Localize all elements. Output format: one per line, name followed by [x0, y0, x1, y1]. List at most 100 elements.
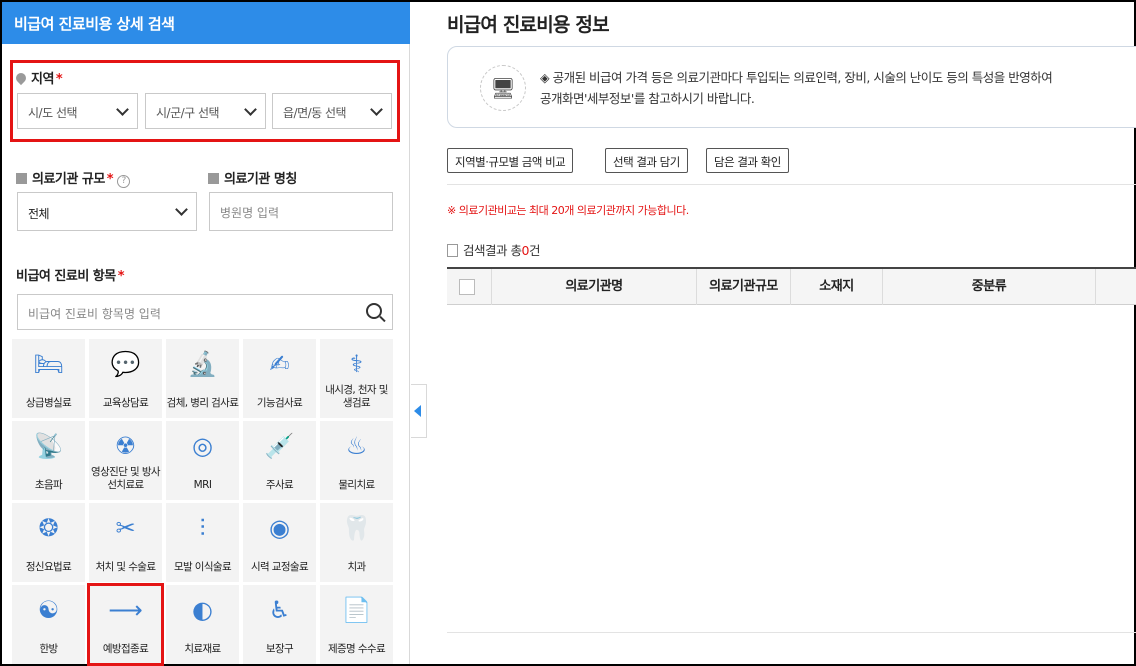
eupmyeondong-select[interactable]: 읍/면/동 선택 — [272, 93, 392, 129]
document-icon — [447, 244, 458, 257]
panel-collapse-handle[interactable] — [411, 384, 427, 438]
category-label: 초음파 — [34, 479, 63, 491]
category-label: 검체, 병리 검사료 — [166, 397, 239, 409]
category-label: 물리치료 — [338, 479, 375, 491]
sigungu-select[interactable]: 시/군/구 선택 — [145, 93, 266, 129]
category-tile[interactable]: ⟶ 예방접종료 — [87, 583, 164, 666]
category-label: 시력 교정술료 — [250, 561, 309, 573]
chevron-down-icon — [370, 103, 383, 116]
category-tile[interactable]: ❂ 정신요법료 — [12, 503, 85, 582]
category-tile[interactable]: 📡 초음파 — [12, 421, 85, 500]
chevron-down-icon — [175, 203, 188, 216]
category-label: 정신요법료 — [25, 561, 72, 573]
category-tile[interactable]: ⫶ 모발 이식술료 — [166, 503, 239, 582]
help-icon[interactable]: ? — [117, 175, 131, 188]
category-tile[interactable]: 💬 교육상담료 — [89, 339, 162, 418]
category-label: 예방접종료 — [102, 643, 149, 655]
category-tile[interactable]: ◉ 시력 교정술료 — [243, 503, 316, 582]
comparison-notice: ※ 의료기관비교는 최대 20개 의료기관까지 가능합니다. — [447, 204, 689, 217]
category-label: MRI — [193, 479, 212, 491]
category-tile[interactable]: 🦷 치과 — [320, 503, 393, 582]
monitor-icon: 🖥 — [480, 65, 526, 111]
result-count: 검색결과 총0건 — [447, 240, 540, 259]
search-icon[interactable] — [366, 303, 382, 319]
info-text: ◈ 공개된 비급여 가격 등은 의료기관마다 투입되는 의료인력, 장비, 시술… — [540, 70, 1053, 106]
location-pin-icon — [13, 70, 29, 86]
results-table-header: 의료기관명 의료기관규모 소재지 중분류 — [447, 267, 1136, 305]
hospital-bed-icon: 🛏 — [33, 350, 64, 378]
category-label: 영상진단 및 방사선치료료 — [91, 466, 161, 491]
category-label: 기능검사료 — [256, 397, 303, 409]
radiology-icon: ☢ — [114, 432, 137, 460]
vaccination-icon: ⟶ — [108, 596, 143, 624]
chevron-down-icon — [116, 103, 129, 116]
category-tile[interactable]: ☯ 한방 — [12, 585, 85, 664]
category-tile[interactable]: ✂ 처치 및 수술료 — [89, 503, 162, 582]
specimen-test-icon: 🔬 — [187, 350, 218, 378]
category-label: 상급병실료 — [25, 397, 72, 409]
item-search-input[interactable]: 비급여 진료비 항목명 입력 — [17, 294, 393, 330]
surgery-icon: ✂ — [115, 514, 136, 542]
category-tile[interactable]: 📄 제증명 수수료 — [320, 585, 393, 664]
category-tile[interactable]: 🔬 검체, 병리 검사료 — [166, 339, 239, 418]
hospital-icon — [208, 173, 219, 184]
category-tile[interactable]: 💉 주사료 — [243, 421, 316, 500]
function-test-icon: ✍ — [269, 350, 290, 378]
category-label: 주사료 — [265, 479, 294, 491]
page-title: 비급여 진료비용 정보 — [447, 14, 610, 36]
wheelchair-icon: ♿ — [268, 596, 291, 624]
category-label: 한방 — [39, 643, 58, 655]
scale-select[interactable]: 전체 — [17, 192, 197, 231]
syringe-icon: 💉 — [264, 432, 295, 460]
save-selection-button[interactable]: 선택 결과 담기 — [605, 148, 688, 173]
select-all-column — [447, 269, 492, 305]
category-tile[interactable]: ◐ 치료재료 — [166, 585, 239, 664]
category-tile[interactable]: ✍ 기능검사료 — [243, 339, 316, 418]
info-notice-box: 🖥 ◈ 공개된 비급여 가격 등은 의료기관마다 투입되는 의료인력, 장비, … — [447, 46, 1136, 128]
table-bottom-line — [447, 632, 1136, 633]
endoscope-icon: ⚕ — [350, 350, 363, 378]
category-tile[interactable]: ◎ MRI — [166, 421, 239, 500]
category-label: 치료재료 — [184, 643, 221, 655]
search-panel-header: 비급여 진료비용 상세 검색 — [2, 2, 410, 44]
column-scale[interactable]: 의료기관규모 — [697, 269, 791, 305]
category-label: 처치 및 수술료 — [95, 561, 156, 573]
category-tile[interactable]: ☢ 영상진단 및 방사선치료료 — [89, 421, 162, 500]
name-label: 의료기관 명칭 — [208, 168, 297, 187]
select-all-checkbox[interactable] — [459, 279, 475, 295]
category-label: 모발 이식술료 — [173, 561, 232, 573]
category-tile[interactable]: 🛏 상급병실료 — [12, 339, 85, 418]
psychotherapy-icon: ❂ — [38, 514, 59, 542]
category-label: 내시경, 천자 및 생검료 — [325, 384, 388, 409]
view-saved-button[interactable]: 담은 결과 확인 — [706, 148, 789, 173]
category-grid: 🛏 상급병실료 💬 교육상담료 🔬 검체, 병리 검사료 ✍ 기능검사료 ⚕ 내시경, 천자 및 … — [12, 339, 394, 666]
ultrasound-icon: 📡 — [33, 432, 64, 460]
treatment-material-icon: ◐ — [192, 596, 213, 624]
search-panel: 비급여 진료비용 상세 검색 지역 * 시/도 선택 시/군/구 선택 읍/면/동… — [2, 2, 410, 666]
column-category[interactable]: 중분류 — [883, 269, 1096, 305]
category-label: 보장구 — [265, 643, 294, 655]
compare-button[interactable]: 지역별·규모별 금액 비교 — [447, 148, 574, 173]
column-location[interactable]: 소재지 — [791, 269, 883, 305]
building-icon — [16, 173, 27, 184]
hair-transplant-icon: ⫶ — [199, 514, 206, 542]
chevron-down-icon — [244, 103, 257, 116]
category-label: 제증명 수수료 — [327, 643, 386, 655]
certificate-icon: 📄 — [341, 596, 372, 624]
category-label: 교육상담료 — [102, 397, 149, 409]
category-tile[interactable]: ♨ 물리치료 — [320, 421, 393, 500]
hospital-name-input[interactable]: 병원명 입력 — [209, 192, 393, 231]
region-label: 지역 * — [13, 68, 63, 87]
required-mark: * — [55, 72, 63, 87]
column-hospital-name[interactable]: 의료기관명 — [492, 269, 697, 305]
divider — [447, 184, 1136, 185]
items-label: 비급여 진료비 항목 * — [16, 269, 125, 284]
mri-icon: ◎ — [192, 432, 213, 460]
sido-select[interactable]: 시/도 선택 — [17, 93, 138, 129]
counseling-icon: 💬 — [110, 350, 141, 378]
vision-correction-icon: ◉ — [269, 514, 290, 542]
category-tile[interactable]: ⚕ 내시경, 천자 및 생검료 — [320, 339, 393, 418]
tooth-icon: 🦷 — [341, 514, 372, 542]
category-tile[interactable]: ♿ 보장구 — [243, 585, 316, 664]
oriental-medicine-icon: ☯ — [37, 596, 60, 624]
